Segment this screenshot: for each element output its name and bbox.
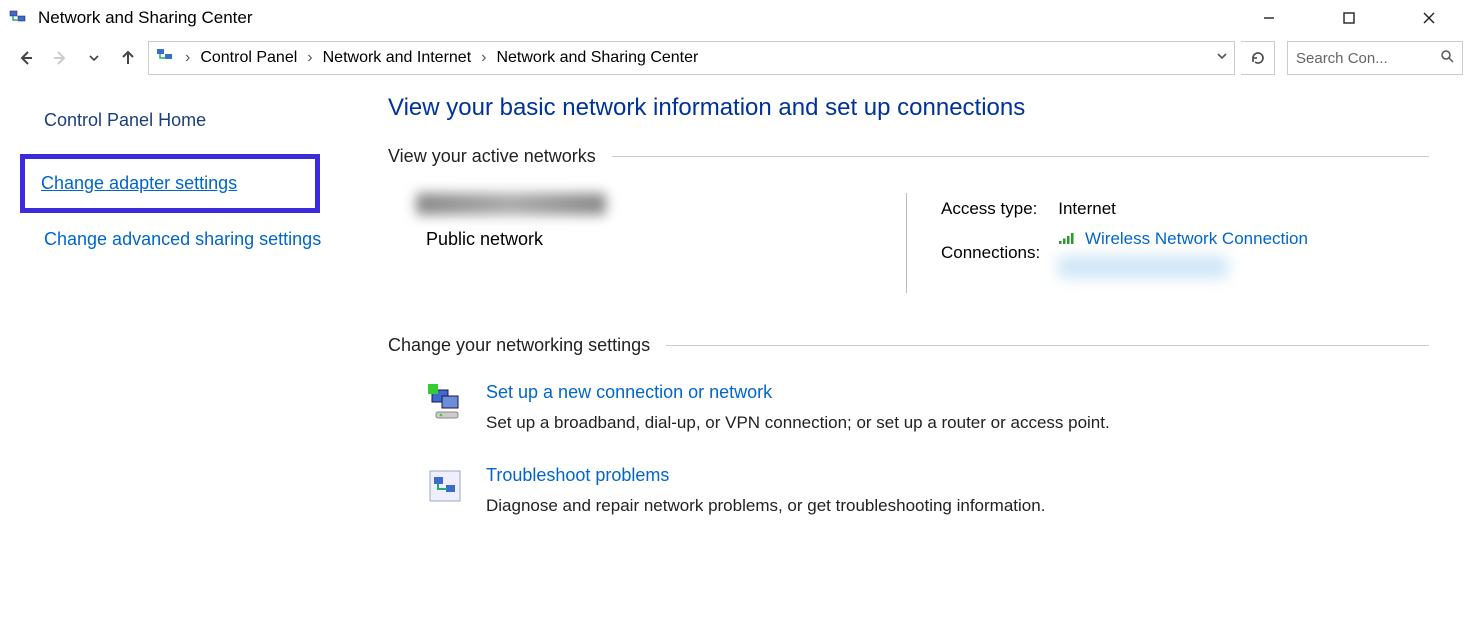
sidebar-change-adapter-link[interactable]: Change adapter settings [41,173,237,193]
connection-link[interactable]: Wireless Network Connection [1085,229,1308,248]
address-dropdown-button[interactable] [1216,49,1228,67]
troubleshoot-desc: Diagnose and repair network problems, or… [486,496,1045,516]
wifi-signal-icon [1058,230,1076,250]
section-change-settings: Change your networking settings [388,335,1429,356]
up-button[interactable] [114,44,142,72]
setup-connection-item: Set up a new connection or network Set u… [388,372,1429,455]
sidebar-change-advanced-link[interactable]: Change advanced sharing settings [44,227,330,251]
maximize-button[interactable] [1329,4,1369,32]
nav-row: › Control Panel › Network and Internet ›… [0,36,1469,80]
divider [612,156,1429,157]
address-icon [155,46,175,71]
search-icon [1440,49,1454,67]
network-name-redacted [416,193,606,215]
network-type-label: Public network [416,229,906,250]
chevron-right-icon[interactable]: › [307,49,312,67]
breadcrumb-segment[interactable]: Control Panel [200,49,297,67]
troubleshoot-item: Troubleshoot problems Diagnose and repai… [388,455,1429,538]
titlebar: Network and Sharing Center [0,0,1469,36]
active-network-block: Public network Access type: Internet Con… [388,183,1429,317]
setup-connection-icon [424,382,466,424]
breadcrumb-segment[interactable]: Network and Internet [323,49,472,67]
chevron-right-icon[interactable]: › [185,49,190,67]
minimize-button[interactable] [1249,4,1289,32]
address-bar[interactable]: › Control Panel › Network and Internet ›… [148,41,1235,75]
section-label: Change your networking settings [388,335,666,356]
divider [906,193,907,293]
section-active-networks: View your active networks [388,146,1429,167]
sidebar: Control Panel Home Change adapter settin… [0,90,360,538]
divider [666,345,1429,346]
troubleshoot-icon [424,465,466,507]
recent-locations-button[interactable] [80,44,108,72]
sidebar-home-link[interactable]: Control Panel Home [44,108,330,132]
back-button[interactable] [12,44,40,72]
setup-connection-desc: Set up a broadband, dial-up, or VPN conn… [486,413,1110,433]
connection-details-redacted [1058,256,1228,278]
window-title: Network and Sharing Center [38,8,253,28]
highlight-annotation: Change adapter settings [20,154,320,213]
search-input[interactable]: Search Con... [1287,41,1463,75]
forward-button[interactable] [46,44,74,72]
section-label: View your active networks [388,146,612,167]
page-heading: View your basic network information and … [388,94,1429,122]
app-icon [8,8,28,28]
chevron-right-icon[interactable]: › [481,49,486,67]
connections-label: Connections: [933,225,1048,282]
search-placeholder: Search Con... [1296,50,1434,67]
close-button[interactable] [1409,4,1449,32]
main-content: View your basic network information and … [360,90,1469,538]
breadcrumb-segment[interactable]: Network and Sharing Center [496,49,698,67]
access-type-value: Internet [1050,195,1316,223]
refresh-button[interactable] [1241,41,1275,75]
setup-connection-link[interactable]: Set up a new connection or network [486,382,1110,403]
access-type-label: Access type: [933,195,1048,223]
troubleshoot-link[interactable]: Troubleshoot problems [486,465,1045,486]
window-controls [1249,4,1461,32]
